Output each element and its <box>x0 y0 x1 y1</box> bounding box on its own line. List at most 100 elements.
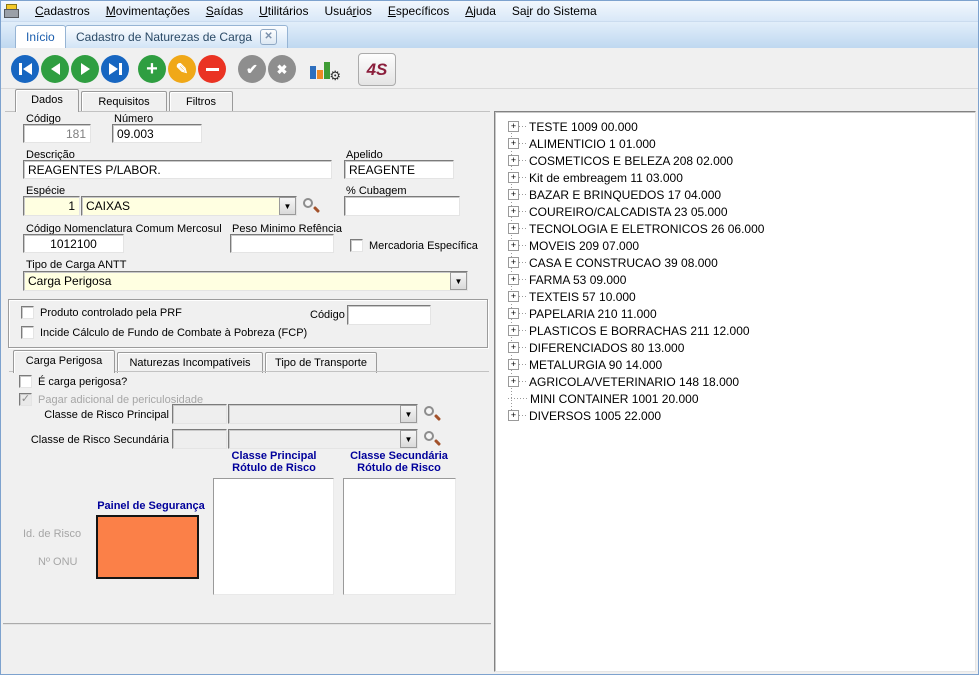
chevron-down-icon[interactable]: ▼ <box>400 430 417 448</box>
expand-plus-icon[interactable]: + <box>508 342 519 353</box>
numero-field[interactable] <box>112 124 202 143</box>
classe-secundaria-combo[interactable]: ▼ <box>228 429 418 449</box>
chevron-down-icon[interactable]: ▼ <box>400 405 417 423</box>
expand-plus-icon[interactable]: + <box>508 155 519 166</box>
rotulo-principal-box <box>213 478 334 595</box>
fcp-checkbox[interactable] <box>21 326 34 339</box>
expand-plus-icon[interactable]: + <box>508 257 519 268</box>
tree-item[interactable]: +BAZAR E BRINQUEDOS 17 04.000 <box>497 186 973 203</box>
expand-plus-icon[interactable]: + <box>508 121 519 132</box>
expand-plus-icon[interactable]: + <box>508 376 519 387</box>
report-chart-button[interactable]: ⚙ <box>307 56 339 83</box>
peso-field[interactable] <box>230 234 334 253</box>
tab-cadastro-naturezas[interactable]: Cadastro de Naturezas de Carga ✕ <box>65 25 288 48</box>
menu-item-7[interactable]: Sair do Sistema <box>504 2 605 20</box>
edit-record-button[interactable]: ✎ <box>168 55 196 83</box>
first-record-button[interactable] <box>11 55 39 83</box>
menu-item-6[interactable]: Ajuda <box>457 2 504 20</box>
classe-secundaria-code-field[interactable] <box>172 429 227 449</box>
expand-plus-icon[interactable]: + <box>508 308 519 319</box>
classe-principal-search-icon[interactable] <box>423 405 441 423</box>
expand-plus-icon[interactable]: + <box>508 206 519 217</box>
tree-item[interactable]: +TESTE 1009 00.000 <box>497 118 973 135</box>
tree-item[interactable]: +METALURGIA 90 14.000 <box>497 356 973 373</box>
classe-secundaria-search-icon[interactable] <box>423 430 441 448</box>
tree-item-label: COUREIRO/CALCADISTA 23 05.000 <box>529 205 728 219</box>
descricao-field[interactable] <box>23 160 332 179</box>
cancel-button[interactable]: ✖ <box>268 55 296 83</box>
prf-codigo-field[interactable] <box>347 305 431 325</box>
form-tab-requisitos[interactable]: Requisitos <box>81 91 167 112</box>
tree-item-label: AGRICOLA/VETERINARIO 148 18.000 <box>529 375 739 389</box>
expand-plus-icon[interactable]: + <box>508 172 519 183</box>
confirm-button[interactable]: ✔ <box>238 55 266 83</box>
tree-item[interactable]: + TEXTEIS 57 10.000 <box>497 288 973 305</box>
naturezas-tree[interactable]: +TESTE 1009 00.000+ALIMENTICIO 1 01.000+… <box>494 111 976 672</box>
menu-item-4[interactable]: Usuários <box>316 2 379 20</box>
cubagem-field[interactable] <box>344 196 460 216</box>
tree-item-label: TEXTEIS 57 10.000 <box>529 290 636 304</box>
tree-item[interactable]: +FARMA 53 09.000 <box>497 271 973 288</box>
menu-item-3[interactable]: Utilitários <box>251 2 316 20</box>
app-logo-button[interactable]: 4S <box>358 53 396 86</box>
tree-item[interactable]: +COSMETICOS E BELEZA 208 02.000 <box>497 152 973 169</box>
painel-seguranca-label: Painel de Segurança <box>96 500 206 512</box>
delete-record-button[interactable] <box>198 55 226 83</box>
classe-principal-code-field[interactable] <box>172 404 227 424</box>
expand-plus-icon[interactable]: + <box>508 325 519 336</box>
tree-item-label: ALIMENTICIO 1 01.000 <box>529 137 656 151</box>
apelido-field[interactable] <box>344 160 454 179</box>
subtab-tipo-transporte[interactable]: Tipo de Transporte <box>265 352 377 373</box>
tree-item[interactable]: +DIVERSOS 1005 22.000 <box>497 407 973 424</box>
previous-record-button[interactable] <box>41 55 69 83</box>
close-icon[interactable]: ✕ <box>260 29 277 45</box>
especie-code-field[interactable] <box>23 196 80 216</box>
tree-item[interactable]: +PLASTICOS E BORRACHAS 211 12.000 <box>497 322 973 339</box>
tree-item[interactable]: + AGRICOLA/VETERINARIO 148 18.000 <box>497 373 973 390</box>
add-record-button[interactable]: + <box>138 55 166 83</box>
tree-item-label: DIFERENCIADOS 80 13.000 <box>529 341 684 355</box>
menu-item-5[interactable]: Específicos <box>380 2 457 20</box>
tree-item[interactable]: +MOVEIS 209 07.000 <box>497 237 973 254</box>
expand-plus-icon[interactable]: + <box>508 138 519 149</box>
next-record-button[interactable] <box>71 55 99 83</box>
tree-item[interactable]: +Kit de embreagem 11 03.000 <box>497 169 973 186</box>
tree-item[interactable]: +PAPELARIA 210 11.000 <box>497 305 973 322</box>
expand-plus-icon[interactable]: + <box>508 410 519 421</box>
tipo-carga-combo[interactable]: Carga Perigosa ▼ <box>23 271 468 291</box>
codigo-field[interactable] <box>23 124 91 143</box>
tree-item[interactable]: + COUREIRO/CALCADISTA 23 05.000 <box>497 203 973 220</box>
chevron-down-icon[interactable]: ▼ <box>279 197 296 215</box>
expand-plus-icon[interactable]: + <box>508 223 519 234</box>
tab-inicio[interactable]: Início <box>15 25 66 48</box>
menu-item-2[interactable]: Saídas <box>198 2 251 20</box>
tree-item[interactable]: +TECNOLOGIA E ELETRONICOS 26 06.000 <box>497 220 973 237</box>
especie-search-icon[interactable] <box>302 197 320 215</box>
expand-plus-icon[interactable]: + <box>508 189 519 200</box>
last-record-button[interactable] <box>101 55 129 83</box>
tree-item[interactable]: +CASA E CONSTRUCAO 39 08.000 <box>497 254 973 271</box>
form-tab-dados[interactable]: Dados <box>15 89 79 112</box>
adicional-periculosidade-checkbox[interactable]: ✓ <box>19 393 32 406</box>
especie-combo[interactable]: CAIXAS ▼ <box>81 196 297 216</box>
ncm-field[interactable] <box>23 234 124 253</box>
subtab-naturezas-incompativeis[interactable]: Naturezas Incompatíveis <box>117 352 263 373</box>
mercadoria-especifica-checkbox[interactable] <box>350 239 363 252</box>
prf-checkbox[interactable] <box>21 306 34 319</box>
menu-item-0[interactable]: Cadastros <box>27 2 98 20</box>
app-window: CadastrosMovimentaçõesSaídasUtilitáriosU… <box>0 0 979 675</box>
menu-item-1[interactable]: Movimentações <box>98 2 198 20</box>
form-tab-filtros[interactable]: Filtros <box>169 91 233 112</box>
expand-plus-icon[interactable]: + <box>508 240 519 251</box>
subtab-carga-perigosa[interactable]: Carga Perigosa <box>13 350 115 373</box>
expand-plus-icon[interactable]: + <box>508 291 519 302</box>
tree-item[interactable]: + DIFERENCIADOS 80 13.000 <box>497 339 973 356</box>
tree-item[interactable]: MINI CONTAINER 1001 20.000 <box>497 390 973 407</box>
chevron-down-icon[interactable]: ▼ <box>450 272 467 290</box>
carga-perigosa-checkbox[interactable] <box>19 375 32 388</box>
expand-plus-icon[interactable]: + <box>508 359 519 370</box>
tree-item[interactable]: + ALIMENTICIO 1 01.000 <box>497 135 973 152</box>
classe-principal-combo[interactable]: ▼ <box>228 404 418 424</box>
menu-items: CadastrosMovimentaçõesSaídasUtilitáriosU… <box>27 2 605 20</box>
expand-plus-icon[interactable]: + <box>508 274 519 285</box>
